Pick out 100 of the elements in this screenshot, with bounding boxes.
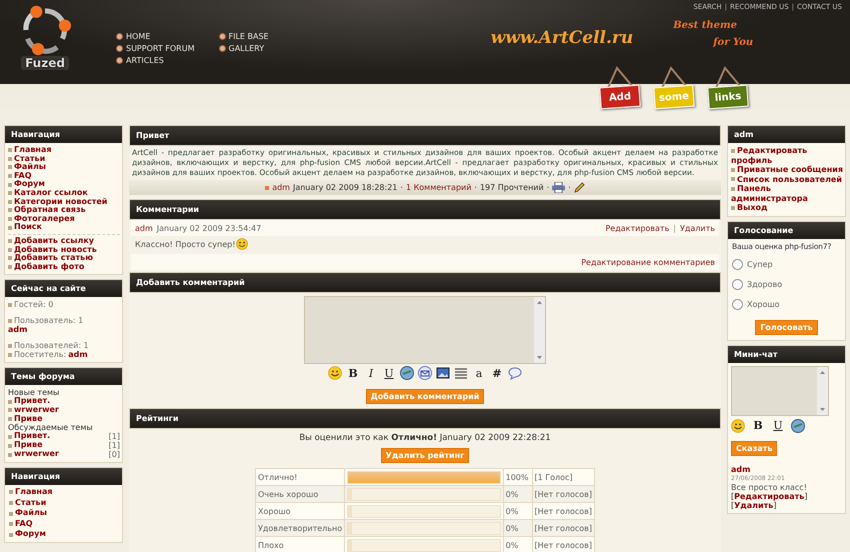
stat-text: Пользователей: 1 <box>14 341 89 350</box>
printer-icon[interactable] <box>552 182 566 193</box>
user-menu-link[interactable]: Выход <box>731 203 843 212</box>
vote-count: [Нет голосов] <box>532 536 594 552</box>
smiley-icon[interactable] <box>328 366 342 380</box>
bullet-icon <box>8 156 12 161</box>
comments-link[interactable]: 1 Комментарий <box>406 183 472 192</box>
nav-link[interactable]: Файлы <box>9 509 120 518</box>
nav-link[interactable]: Главная <box>9 488 120 497</box>
nav-link[interactable]: Форум <box>9 530 120 540</box>
comment-action-link[interactable]: Редактировать <box>605 224 670 233</box>
section-title: Привет <box>129 125 721 146</box>
topic-link[interactable]: wrwerwer <box>8 406 59 414</box>
nav-link[interactable]: FAQ <box>8 172 120 180</box>
nav-link[interactable]: Каталог ссылок <box>8 188 120 198</box>
user-menu-link[interactable]: Панель администратора <box>731 184 843 203</box>
envelope-icon[interactable] <box>418 366 432 380</box>
nav-link[interactable]: Добавить ссылку <box>8 236 120 246</box>
format-button[interactable]: B <box>751 419 765 432</box>
nav-link[interactable]: Добавить новость <box>8 246 120 254</box>
bullet-icon <box>731 148 735 153</box>
stat-text: Гостей: 0 <box>14 300 54 310</box>
nav-link[interactable]: FAQ <box>9 520 120 528</box>
sign-link[interactable]: Add <box>599 84 641 110</box>
nav-link[interactable]: Главная <box>8 146 120 155</box>
speech-bubble-icon[interactable] <box>508 366 522 380</box>
scrollbar[interactable] <box>534 297 545 363</box>
nav-link[interactable]: Фотогалерея <box>8 214 120 224</box>
message-action-link[interactable]: Редактировать <box>734 492 804 500</box>
section-title: Добавить комментарий <box>129 272 721 293</box>
radio-button[interactable] <box>732 259 743 270</box>
header-nav-link[interactable]: GALLERY <box>218 44 269 53</box>
radio-button[interactable] <box>732 299 743 310</box>
header-nav-link[interactable]: ARTICLES <box>116 56 194 65</box>
scrollbar[interactable] <box>817 366 828 414</box>
post-date: January 02 2009 18:28:21 <box>292 183 398 192</box>
message-input-field[interactable] <box>731 366 829 416</box>
bullet-icon <box>731 177 735 182</box>
author-link[interactable]: adm <box>272 183 290 192</box>
bullet-icon <box>9 500 13 505</box>
bullet-icon <box>9 512 13 516</box>
nav-link[interactable]: Добавить фото <box>8 262 120 272</box>
sign-link[interactable]: links <box>707 84 749 110</box>
user-menu-link[interactable]: Приватные сообщения <box>731 165 843 174</box>
pencil-icon[interactable] <box>574 182 585 193</box>
format-button[interactable]: U <box>771 419 785 432</box>
rating-label: Удовлетворительно <box>256 520 345 536</box>
globe-icon[interactable] <box>400 366 414 380</box>
nav-link[interactable]: Статьи <box>9 498 120 508</box>
bullet-icon <box>731 168 735 172</box>
radio-button[interactable] <box>732 279 743 290</box>
image-icon[interactable] <box>436 366 450 380</box>
header-nav-link[interactable]: SUPPORT FORUM <box>116 44 194 53</box>
user-link[interactable]: adm <box>68 350 88 360</box>
vote-count: [1 Голос] <box>532 468 594 486</box>
format-button[interactable]: I <box>364 366 378 380</box>
bullet-icon <box>8 174 12 178</box>
user-menu-link[interactable]: Редактировать профиль <box>731 146 843 165</box>
topic-link[interactable]: Приве <box>8 441 43 450</box>
comment-input-field[interactable] <box>304 296 546 364</box>
nav-link[interactable]: Статьи <box>8 154 120 164</box>
format-button[interactable]: # <box>490 366 504 380</box>
section-heading: Обсуждаемые темы <box>8 423 94 432</box>
comment-action-link[interactable]: Удалить <box>680 224 715 233</box>
globe-icon[interactable] <box>791 418 805 432</box>
user-link[interactable]: adm <box>731 464 750 474</box>
comment-date: January 02 2009 23:54:47 <box>156 224 262 233</box>
edit-comments-link[interactable]: Редактирование комментариев <box>581 258 715 267</box>
format-button[interactable]: a <box>472 366 486 380</box>
topic-link[interactable]: Привет. <box>8 432 50 441</box>
header-nav-link[interactable]: HOME <box>116 32 194 41</box>
vote-count: [Нет голосов] <box>532 520 594 536</box>
panel-title: Сейчас на сайте <box>5 280 122 298</box>
message-action-link[interactable]: Удалить <box>734 500 774 510</box>
user-link[interactable]: adm <box>8 325 28 334</box>
nav-link[interactable]: Файлы <box>8 163 120 172</box>
bullet-icon <box>8 191 12 196</box>
nav-link[interactable]: Форум <box>8 180 120 189</box>
slogan-text: for You <box>712 36 754 48</box>
nav-link[interactable]: Поиск <box>8 223 120 232</box>
topic-link[interactable]: Привет. <box>8 397 50 406</box>
smiley-icon[interactable] <box>731 418 745 432</box>
user-menu-link[interactable]: Список пользователей <box>731 174 843 184</box>
nav-link[interactable]: Добавить статью <box>8 254 120 263</box>
hanging-string-icon <box>713 66 743 88</box>
nav-link[interactable]: Категории новостей <box>8 198 120 206</box>
header-nav-link[interactable]: FILE BASE <box>218 32 269 41</box>
lines-icon[interactable] <box>454 366 468 380</box>
rating-percent: 0% <box>503 536 532 552</box>
separator: · <box>546 183 550 192</box>
format-button[interactable]: B <box>346 366 360 380</box>
author-link[interactable]: adm <box>135 224 153 233</box>
bracket: ] <box>804 492 808 500</box>
nav-link[interactable]: Обратная связь <box>8 206 120 215</box>
topic-link[interactable]: Приве <box>8 414 43 424</box>
vote-count: [Нет голосов] <box>532 486 594 502</box>
format-button[interactable]: U <box>382 366 396 380</box>
topic-link[interactable]: wrwerwer <box>8 450 59 459</box>
bullet-icon <box>8 208 12 212</box>
bullet-icon <box>8 344 12 348</box>
